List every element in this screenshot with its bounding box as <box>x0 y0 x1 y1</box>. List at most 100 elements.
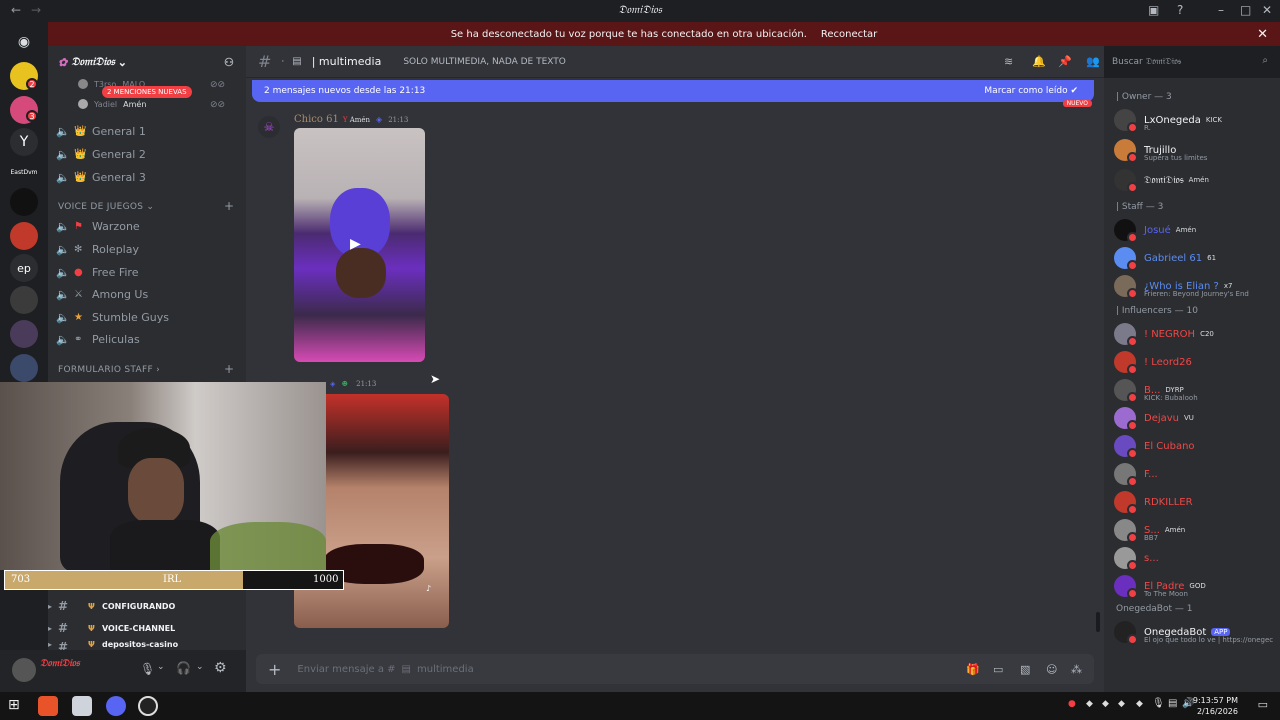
apps-icon[interactable]: ⁂ <box>1071 663 1082 676</box>
member-item[interactable]: Josué Amén <box>1114 218 1280 243</box>
avatar <box>1114 379 1138 403</box>
reconnect-button[interactable]: Reconectar <box>821 29 877 40</box>
server-icon[interactable] <box>10 188 38 216</box>
minimize-icon[interactable]: – <box>1218 3 1224 17</box>
file-explorer-icon[interactable] <box>72 696 92 716</box>
headphones-icon[interactable]: 🎧 <box>176 661 191 675</box>
tray-icon[interactable]: ● <box>1068 699 1076 709</box>
speaker-icon: 🔈 <box>56 124 70 138</box>
add-attachment-icon[interactable]: + <box>268 660 281 679</box>
members-icon[interactable]: 👥 <box>1086 55 1100 68</box>
microphone-icon[interactable]: 🎙 <box>1152 698 1165 709</box>
discord-home-icon[interactable]: ◉ <box>10 28 38 56</box>
notification-icon[interactable]: ▭ <box>1258 698 1268 711</box>
voice-channel-roleplay[interactable]: 🔈 ✻ Roleplay <box>56 239 139 259</box>
server-icon[interactable] <box>10 320 38 348</box>
channel-voice-channel[interactable]: ▸ # Ψ VOICE-CHANNEL <box>48 618 175 638</box>
member-item[interactable]: F... <box>1114 462 1280 487</box>
avatar <box>1114 519 1138 543</box>
tray-icon[interactable]: ◆ <box>1086 699 1093 709</box>
avatar[interactable]: ☠ <box>258 116 280 138</box>
microphone-icon[interactable]: 🎙 <box>140 662 155 676</box>
mark-read-button[interactable]: Marcar como leído ✔ <box>984 86 1078 96</box>
close-icon[interactable]: ✕ <box>1257 27 1268 42</box>
member-item[interactable]: ! Leord26 <box>1114 350 1280 375</box>
brave-icon[interactable] <box>38 696 58 716</box>
voice-channel-free-fire[interactable]: 🔈 ● Free Fire <box>56 262 138 282</box>
avatar <box>1114 575 1138 599</box>
member-item[interactable]: El Cubano <box>1114 434 1280 459</box>
tray-icon[interactable]: ◆ <box>1118 699 1125 709</box>
play-icon[interactable]: ▶ <box>350 236 370 256</box>
sticker-icon[interactable]: ▧ <box>1020 663 1030 676</box>
voice-channel-peliculas[interactable]: 🔈 ⚭ Peliculas <box>56 329 140 349</box>
category-voice-juegos[interactable]: VOICE DE JUEGOS ⌄ <box>58 202 154 212</box>
gift-icon[interactable]: 🎁 <box>966 663 980 676</box>
avatar <box>1114 351 1138 375</box>
gif-icon[interactable]: ▭ <box>993 663 1003 676</box>
add-channel-icon[interactable]: + <box>224 199 234 213</box>
server-header[interactable]: ✿ 𝔇𝔬𝔪𝔦𝔇𝔦𝔬𝔰 ⌄ ⚇ <box>48 46 246 78</box>
server-icon[interactable] <box>10 222 38 250</box>
tray-icon[interactable]: ◆ <box>1136 699 1143 709</box>
chevron-down-icon[interactable]: ⌄ <box>196 662 204 672</box>
message-author[interactable]: Chico 61 Y Amén ◈ 21:13 <box>294 114 408 125</box>
voice-channel-general-1[interactable]: 🔈 👑 General 1 <box>56 121 146 141</box>
voice-channel-warzone[interactable]: 🔈 ⚑ Warzone <box>56 216 140 236</box>
category-formulario-staff[interactable]: FORMULARIO STAFF › <box>58 365 160 375</box>
member-item[interactable]: RDKILLER <box>1114 490 1280 515</box>
voice-channel-stumble-guys[interactable]: 🔈 ★ Stumble Guys <box>56 307 169 327</box>
scrollbar[interactable] <box>1096 612 1100 632</box>
inbox-icon[interactable]: ▣ <box>1148 3 1159 17</box>
discord-icon[interactable] <box>106 696 126 716</box>
obs-icon[interactable] <box>138 696 158 716</box>
clock[interactable]: 9:13:57 PM 2/16/2026 <box>1193 695 1238 717</box>
windows-start-icon[interactable]: ⊞ <box>8 697 20 713</box>
gear-icon[interactable]: ⚙ <box>214 660 227 676</box>
voice-user[interactable]: Yadiel Amén <box>78 98 146 110</box>
message-input[interactable]: + Enviar mensaje a # ▤ multimedia 🎁 ▭ ▧ … <box>256 654 1094 684</box>
server-icon[interactable]: ep <box>10 254 38 282</box>
member-item[interactable]: Trujillo Supera tus limites <box>1114 138 1280 163</box>
bell-icon[interactable]: 🔔 <box>1032 55 1046 68</box>
member-item[interactable]: OnegedaBot APP El ojo que todo lo ve | htt… <box>1114 620 1280 645</box>
member-item[interactable]: LxOnegeda KICK R. <box>1114 108 1280 133</box>
emoji-icon[interactable]: ☺ <box>1046 663 1057 676</box>
member-item[interactable]: 𝔇𝔬𝔪𝔦𝔇𝔦𝔬𝔰 Amén <box>1114 168 1280 193</box>
hash-icon: # <box>58 621 69 635</box>
server-icon[interactable] <box>10 354 38 382</box>
add-member-icon[interactable]: ⚇ <box>224 56 234 69</box>
tray-icon[interactable]: ◆ <box>1102 699 1109 709</box>
member-item[interactable]: s... <box>1114 546 1280 571</box>
search-input[interactable]: Buscar 𝔇𝔬𝔪𝔦𝔇𝔦𝔬𝔰 ⌕ <box>1104 52 1274 72</box>
network-icon[interactable]: ▤ <box>1168 698 1177 709</box>
server-icon[interactable]: EastDvm <box>10 158 38 186</box>
member-status: El ojo que todo lo ve | https://onegec <box>1144 636 1274 644</box>
mentions-pill[interactable]: 2 MENCIONES NUEVAS <box>102 86 192 98</box>
message-area: 2 mensajes nuevos desde las 21:13 Marcar… <box>246 78 1104 654</box>
member-item[interactable]: Gabrieel 61 61 <box>1114 246 1280 271</box>
close-window-icon[interactable]: ✕ <box>1262 3 1272 17</box>
voice-channel-general-3[interactable]: 🔈 👑 General 3 <box>56 167 146 187</box>
maximize-icon[interactable]: □ <box>1240 3 1251 17</box>
pin-icon[interactable]: 📌 <box>1058 55 1072 68</box>
member-item[interactable]: Dejavu VU <box>1114 406 1280 431</box>
chevron-down-icon[interactable]: ⌄ <box>157 662 165 672</box>
avatar[interactable] <box>12 658 36 682</box>
member-item[interactable]: B... DYRP KICK: Bubalooh <box>1114 378 1280 403</box>
threads-icon[interactable]: ≋ <box>1004 55 1013 68</box>
help-icon[interactable]: ? <box>1177 3 1183 17</box>
member-item[interactable]: ! NEGROH C20 <box>1114 322 1280 347</box>
add-channel-icon[interactable]: + <box>224 362 234 376</box>
server-icon[interactable] <box>10 286 38 314</box>
server-icon[interactable]: Y <box>10 128 38 156</box>
channel-depositos-casino[interactable]: ▸ # Ψdepositos-casino <box>48 640 178 650</box>
video-attachment[interactable]: ▶ <box>294 128 425 362</box>
member-item[interactable]: S... Amén BB7 <box>1114 518 1280 543</box>
member-item[interactable]: ¿Who is Elian ? x7 Frieren: Beyond Journey… <box>1114 274 1280 299</box>
member-item[interactable]: El Padre GOD To The Moon <box>1114 574 1280 599</box>
voice-channel-among-us[interactable]: 🔈 ⚔ Among Us <box>56 284 148 304</box>
channel-configurando[interactable]: ▸ # Ψ CONFIGURANDO <box>48 596 175 616</box>
voice-channel-general-2[interactable]: 🔈 👑 General 2 <box>56 144 146 164</box>
new-messages-bar[interactable]: 2 mensajes nuevos desde las 21:13 Marcar… <box>252 80 1094 102</box>
